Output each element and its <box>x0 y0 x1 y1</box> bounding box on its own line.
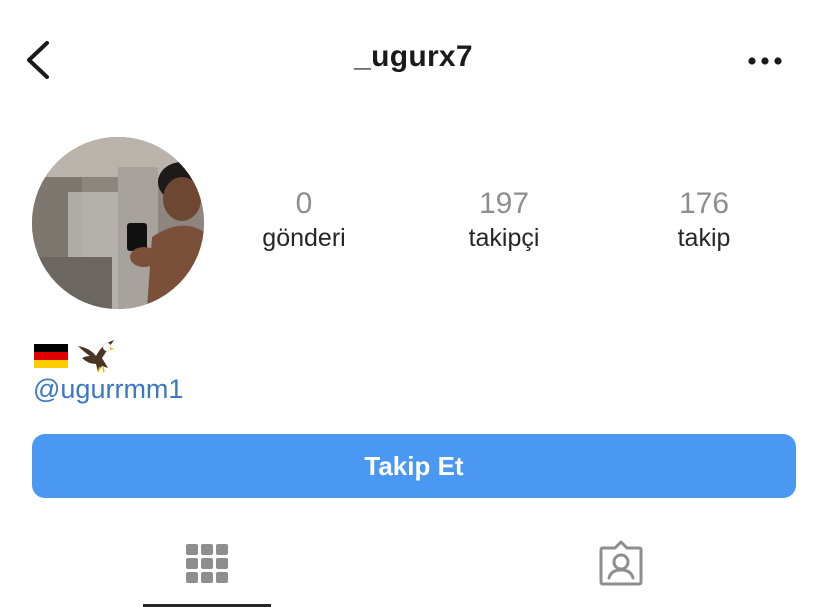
posts-count: 0 <box>295 187 313 220</box>
avatar[interactable] <box>32 137 204 309</box>
more-options-button[interactable] <box>745 52 785 70</box>
followers-count: 197 <box>478 187 530 220</box>
tab-posts-grid[interactable] <box>143 540 271 607</box>
more-horizontal-icon <box>748 57 782 65</box>
followers-stat[interactable]: 197 takipçi <box>414 186 594 253</box>
posts-stat: 0 gönderi <box>214 186 394 253</box>
posts-label: gönderi <box>262 224 346 252</box>
profile-page: _ugurx7 0 gönderi 197 takipçi 176 takip … <box>0 0 827 607</box>
bio-emojis <box>34 338 116 374</box>
followers-label: takipçi <box>468 224 540 252</box>
bio-mention-link[interactable]: @ugurrmm1 <box>33 374 183 405</box>
tagged-person-icon <box>599 540 643 586</box>
following-stat[interactable]: 176 takip <box>614 186 794 253</box>
following-label: takip <box>677 224 731 252</box>
eagle-icon <box>78 340 114 373</box>
profile-photo <box>32 137 204 309</box>
page-title: _ugurx7 <box>354 40 473 73</box>
follow-button[interactable]: Takip Et <box>32 434 796 498</box>
german-flag-icon <box>34 344 68 368</box>
following-count: 176 <box>678 187 730 220</box>
grid-icon <box>186 544 228 583</box>
tab-tagged[interactable] <box>557 540 685 607</box>
